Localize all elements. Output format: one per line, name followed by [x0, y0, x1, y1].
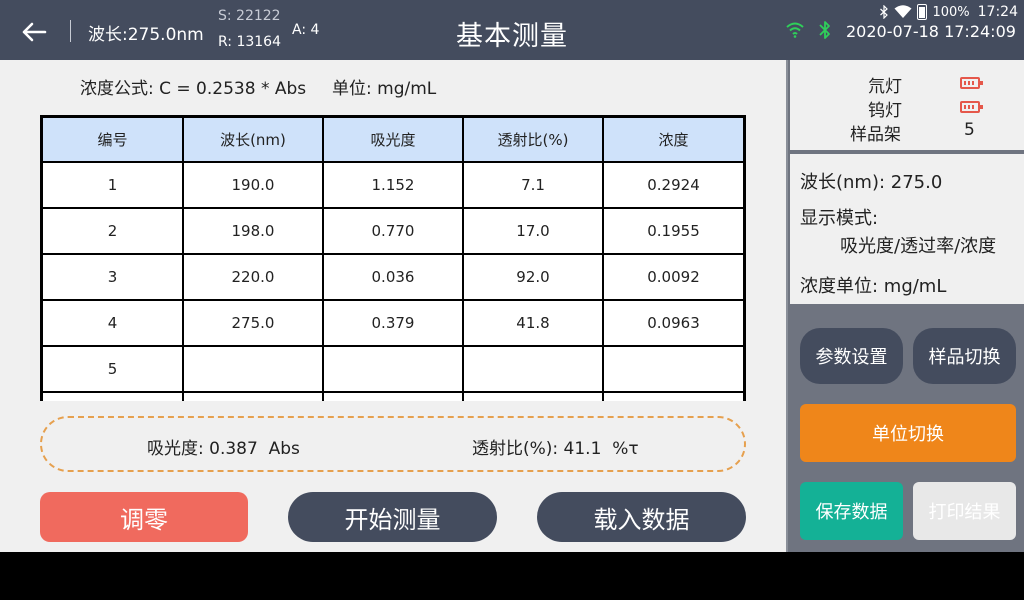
table-row[interactable]: 2 198.0 0.770 17.0 0.1955	[43, 207, 743, 255]
table-cell: 17.0	[462, 207, 604, 255]
table-cell: 275.0	[182, 299, 324, 347]
table-cell: 0.2924	[602, 161, 743, 209]
col-header-index: 编号	[43, 118, 184, 163]
table-cell: 41.8	[462, 299, 604, 347]
table-cell: 0.036	[322, 253, 464, 301]
table-cell: 92.0	[462, 253, 604, 301]
bottom-bezel	[0, 552, 1024, 600]
table-cell	[322, 391, 464, 401]
header-datetime: 2020-07-18 17:24:09	[846, 22, 1016, 41]
sample-switch-button[interactable]: 样品切换	[913, 328, 1016, 384]
table-cell: 0.0963	[602, 299, 743, 347]
table-cell	[182, 345, 324, 393]
table-cell: 0.1955	[602, 207, 743, 255]
table-row[interactable]: 1 190.0 1.152 7.1 0.2924	[43, 161, 743, 209]
unit-switch-button[interactable]: 单位切换	[800, 404, 1016, 462]
tungsten-lamp-label: 钨灯	[868, 101, 902, 121]
table-cell	[182, 391, 324, 401]
table-row[interactable]: 4 275.0 0.379 41.8 0.0963	[43, 299, 743, 347]
load-data-button[interactable]: 载入数据	[537, 492, 746, 542]
table-row[interactable]: 5	[43, 345, 743, 393]
start-measure-button[interactable]: 开始测量	[288, 492, 497, 542]
table-cell: 0.379	[322, 299, 464, 347]
status-wifi-icon	[894, 5, 912, 18]
info-wavelength: 波长(nm): 275.0	[800, 172, 943, 193]
status-icons: 100% 17:24	[879, 2, 1018, 22]
tungsten-lamp-icon	[960, 101, 983, 113]
table-cell	[462, 391, 604, 401]
table-cell: 2	[43, 207, 184, 255]
col-header-absorbance: 吸光度	[322, 118, 464, 163]
table-cell: 0.770	[322, 207, 464, 255]
col-header-concentration: 浓度	[602, 118, 743, 163]
battery-icon	[917, 4, 928, 20]
save-data-button[interactable]: 保存数据	[800, 482, 903, 540]
concentration-formula: 浓度公式: C = 0.2538 * Abs	[80, 79, 307, 99]
readout-transmittance: 透射比(%): 41.1 %τ	[472, 439, 639, 459]
table-cell: 1	[43, 161, 184, 209]
zero-button[interactable]: 调零	[40, 492, 248, 542]
info-conc-unit: 浓度单位: mg/mL	[800, 276, 947, 297]
lamp-status: 氘灯 钨灯 样品架 5	[790, 60, 1024, 150]
status-bluetooth-icon	[880, 5, 889, 19]
table-cell: 1.152	[322, 161, 464, 209]
table-cell: 3	[43, 253, 184, 301]
table-cell: 5	[43, 345, 184, 393]
battery-percent: 100%	[932, 4, 970, 20]
col-header-transmittance: 透射比(%)	[462, 118, 604, 163]
print-result-button[interactable]: 打印结果	[913, 482, 1016, 540]
table-cell: 220.0	[182, 253, 324, 301]
side-button-area: 参数设置 样品切换 单位切换 保存数据 打印结果	[790, 306, 1024, 552]
side-panel: 氘灯 钨灯 样品架 5 波长(nm): 275.0 显示模式: 吸光度/透过率/…	[786, 60, 1024, 552]
app-header: 波长:275.0nm S: 22122 R: 13164 A: 4 基本测量 2…	[0, 0, 1024, 60]
table-header-row: 编号 波长(nm) 吸光度 透射比(%) 浓度	[43, 118, 743, 163]
param-settings-button[interactable]: 参数设置	[800, 328, 903, 384]
info-display-mode-label: 显示模式:	[800, 208, 879, 229]
table-cell	[462, 345, 604, 393]
table-cell: 6	[43, 391, 184, 401]
table-row[interactable]: 3 220.0 0.036 92.0 0.0092	[43, 253, 743, 301]
sample-rack-label: 样品架	[850, 125, 901, 145]
table-cell: 7.1	[462, 161, 604, 209]
measurement-info: 波长(nm): 275.0 显示模式: 吸光度/透过率/浓度 浓度单位: mg/…	[790, 154, 1024, 304]
table-cell	[602, 391, 743, 401]
unit-label: 单位: mg/mL	[332, 79, 437, 99]
table-cell: 4	[43, 299, 184, 347]
col-header-wavelength: 波长(nm)	[182, 118, 324, 163]
info-display-mode-value: 吸光度/透过率/浓度	[840, 236, 997, 257]
table-cell: 198.0	[182, 207, 324, 255]
main-panel: 浓度公式: C = 0.2538 * Abs 单位: mg/mL 编号 波长(n…	[0, 60, 786, 552]
table-cell	[602, 345, 743, 393]
table-cell: 190.0	[182, 161, 324, 209]
table-row[interactable]: 6	[43, 391, 743, 401]
deuterium-lamp-icon	[960, 77, 983, 89]
sample-rack-value: 5	[964, 120, 975, 140]
table-cell	[322, 345, 464, 393]
table-cell: 0.0092	[602, 253, 743, 301]
wifi-icon	[786, 22, 804, 38]
live-readout: 吸光度: 0.387 Abs 透射比(%): 41.1 %τ	[40, 416, 746, 472]
status-time: 17:24	[977, 4, 1018, 20]
readout-absorbance: 吸光度: 0.387 Abs	[147, 439, 300, 459]
bluetooth-icon	[819, 21, 830, 39]
deuterium-lamp-label: 氘灯	[868, 77, 902, 97]
measurement-table[interactable]: 编号 波长(nm) 吸光度 透射比(%) 浓度 1 190.0 1.152 7.…	[40, 115, 746, 401]
